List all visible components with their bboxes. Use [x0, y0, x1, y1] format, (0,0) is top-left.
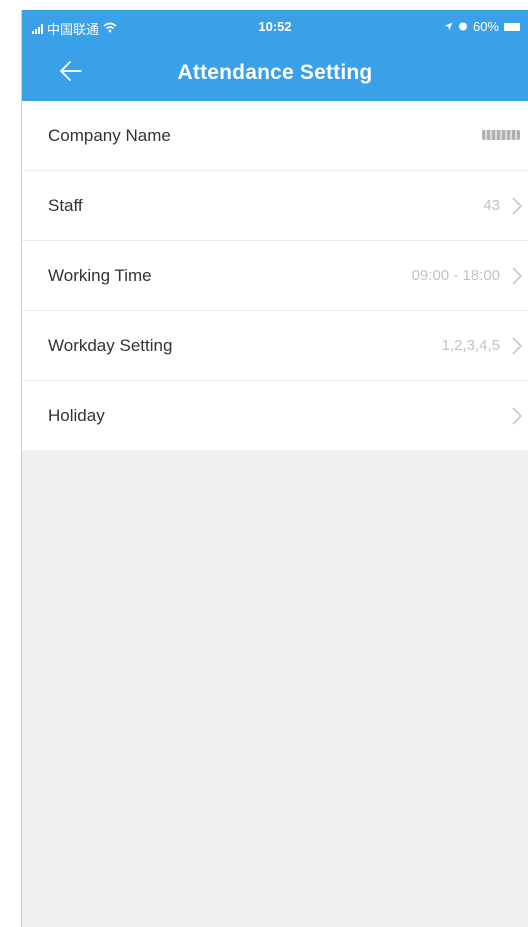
row-working-time[interactable]: Working Time 09:00 - 18:00: [22, 241, 528, 311]
staff-count-value: 43: [483, 197, 500, 214]
location-icon: [444, 19, 453, 34]
status-bar: 中国联通 10:52 60%: [22, 10, 528, 44]
row-company-name[interactable]: Company Name: [22, 101, 528, 171]
status-right: 60%: [444, 19, 520, 34]
working-time-value: 09:00 - 18:00: [411, 267, 500, 284]
chevron-right-icon: [512, 407, 523, 425]
row-label: Holiday: [48, 406, 105, 425]
app-header: 中国联通 10:52 60% Attendance Setting: [22, 10, 528, 101]
settings-list: Company Name Staff 43 Working Time 09:00…: [22, 101, 528, 450]
row-label: Workday Setting: [48, 336, 173, 355]
battery-icon: [504, 22, 520, 31]
row-holiday[interactable]: Holiday: [22, 381, 528, 450]
alarm-icon: [458, 19, 468, 34]
row-label: Company Name: [48, 126, 171, 145]
chevron-right-icon: [512, 337, 523, 355]
row-staff[interactable]: Staff 43: [22, 171, 528, 241]
row-label: Working Time: [48, 266, 152, 285]
row-workday-setting[interactable]: Workday Setting 1,2,3,4,5: [22, 311, 528, 381]
workday-value: 1,2,3,4,5: [441, 337, 500, 354]
chevron-right-icon: [512, 197, 523, 215]
battery-percent: 60%: [472, 19, 499, 34]
chevron-right-icon: [512, 267, 523, 285]
row-label: Staff: [48, 196, 83, 215]
page-title: Attendance Setting: [177, 61, 373, 84]
redacted-company-name: [482, 130, 520, 140]
company-name-value: [482, 101, 520, 170]
nav-bar: Attendance Setting: [22, 44, 528, 101]
app-screen: 中国联通 10:52 60% Attendance Setting Compan…: [22, 10, 528, 927]
